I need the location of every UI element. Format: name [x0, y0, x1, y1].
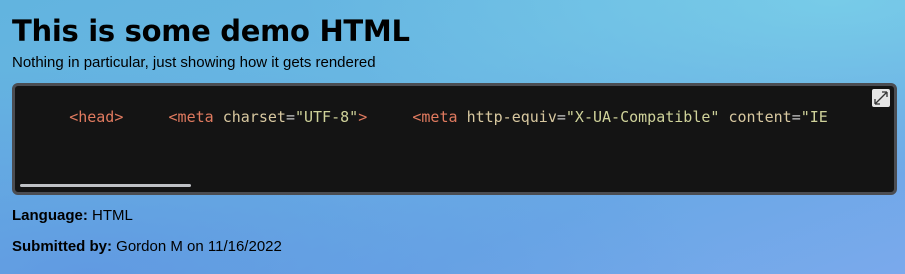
code-token-str: "X-UA-Compatible": [565, 108, 720, 126]
code-token-tag: <meta: [412, 108, 467, 126]
code-token-indent: [15, 108, 69, 126]
code-token-attr: content: [728, 108, 792, 126]
code-token-tag: >: [358, 108, 368, 126]
code-token-tag: <meta: [168, 108, 223, 126]
page: This is some demo HTML Nothing in partic…: [0, 0, 905, 274]
submitted-value: Gordon M on 11/16/2022: [116, 238, 282, 255]
expand-icon: [874, 91, 888, 105]
code-token-tag: <head>: [69, 108, 124, 126]
code-token-attr: charset: [222, 108, 286, 126]
language-label: Language:: [12, 207, 88, 224]
code-token-punct: =: [285, 108, 295, 126]
language-line: Language: HTML: [12, 207, 133, 224]
submitted-label: Submitted by:: [12, 238, 112, 255]
code-token-punct: =: [791, 108, 801, 126]
code-token-indent: [367, 108, 412, 126]
code-token-attr: http-equiv: [466, 108, 557, 126]
code-token-indent: [123, 108, 168, 126]
submitted-line: Submitted by: Gordon M on 11/16/2022: [12, 238, 282, 255]
code-token-str: "UTF-8": [294, 108, 359, 126]
language-value: HTML: [92, 207, 133, 224]
page-subtitle: Nothing in particular, just showing how …: [12, 54, 376, 71]
expand-button[interactable]: [872, 89, 890, 107]
code-token-punct: =: [556, 108, 566, 126]
code-token-str: "IE: [800, 108, 828, 126]
horizontal-scrollbar[interactable]: [20, 184, 191, 187]
code-block[interactable]: <head> <meta charset="UTF-8"> <meta http…: [12, 83, 897, 195]
code-line: <head> <meta charset="UTF-8"> <meta http…: [15, 108, 828, 126]
page-title: This is some demo HTML: [12, 14, 410, 48]
